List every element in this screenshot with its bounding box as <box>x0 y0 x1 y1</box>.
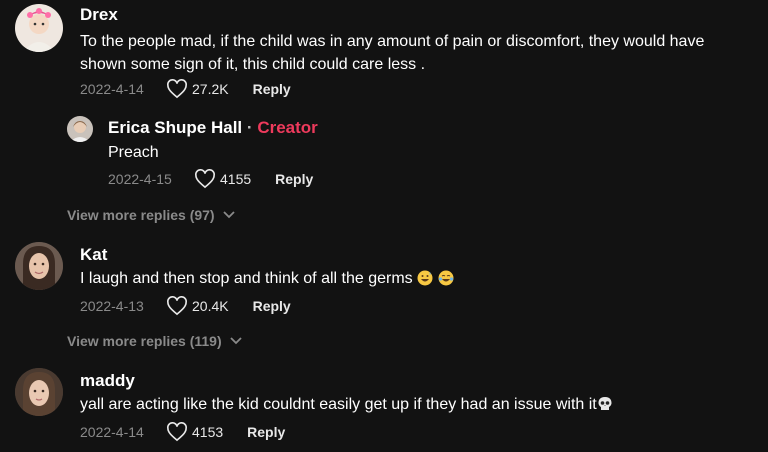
heart-outline-icon <box>167 296 187 316</box>
heart-outline-icon <box>167 422 187 442</box>
comment-text: I laugh and then stop and think of all t… <box>80 267 740 293</box>
comment-text: To the people mad, if the child was in a… <box>80 33 705 73</box>
like-button[interactable]: 4153 <box>166 422 223 442</box>
chevron-down-icon <box>229 337 242 345</box>
skull-emoji <box>597 396 613 419</box>
like-count: 27.2K <box>192 81 229 97</box>
heart-outline-icon <box>167 79 187 99</box>
comment-meta: 2022-4-14 4153 Reply <box>80 422 285 442</box>
like-count: 20.4K <box>192 298 229 314</box>
tears-of-joy-emoji <box>438 270 454 293</box>
comment-text: yall are acting like the kid couldnt eas… <box>80 393 740 419</box>
like-button[interactable]: 20.4K <box>166 296 229 316</box>
reply-date: 2022-4-15 <box>108 171 172 187</box>
view-more-replies-button[interactable]: View more replies (97) <box>67 207 235 223</box>
reply-username-text[interactable]: Erica Shupe Hall <box>108 118 242 137</box>
separator-dot: · <box>246 118 253 137</box>
comment-meta: 2022-4-13 20.4K Reply <box>80 296 291 316</box>
grinning-sweat-emoji <box>417 270 433 293</box>
comment-kat: Kat I laugh and then stop and think of a… <box>0 240 768 320</box>
comment-date: 2022-4-13 <box>80 298 144 314</box>
comment-date: 2022-4-14 <box>80 81 144 97</box>
heart-outline-icon <box>195 169 215 189</box>
comment-maddy: maddy yall are acting like the kid could… <box>0 366 768 452</box>
reply-button[interactable]: Reply <box>275 171 313 187</box>
reply-button[interactable]: Reply <box>253 81 291 97</box>
comment-drex: Drex To the people mad, if the child was… <box>0 0 768 100</box>
comment-username[interactable]: Kat <box>80 245 107 265</box>
comment-username[interactable]: Drex <box>80 5 118 25</box>
like-count: 4153 <box>192 424 224 440</box>
reply-text: Preach <box>108 144 159 161</box>
view-more-replies-button[interactable]: View more replies (119) <box>67 333 242 349</box>
view-more-label[interactable]: View more replies (119) <box>67 333 222 349</box>
comment-text-body: yall are acting like the kid couldnt eas… <box>80 396 597 413</box>
reply-username[interactable]: Erica Shupe Hall · Creator <box>108 118 318 138</box>
avatar[interactable] <box>15 368 63 416</box>
avatar[interactable] <box>15 242 63 290</box>
reply-erica: Erica Shupe Hall · Creator Preach 2022-4… <box>0 110 768 200</box>
avatar[interactable] <box>15 4 63 52</box>
reply-button[interactable]: Reply <box>247 424 285 440</box>
comment-username[interactable]: maddy <box>80 371 135 391</box>
reply-button[interactable]: Reply <box>253 298 291 314</box>
like-count: 4155 <box>220 171 252 187</box>
comment-meta: 2022-4-14 27.2K Reply <box>80 79 291 99</box>
chevron-down-icon <box>222 211 235 219</box>
reply-meta: 2022-4-15 4155 Reply <box>108 169 313 189</box>
avatar[interactable] <box>67 116 93 142</box>
like-button[interactable]: 4155 <box>194 169 251 189</box>
comment-date: 2022-4-14 <box>80 424 144 440</box>
like-button[interactable]: 27.2K <box>166 79 229 99</box>
creator-badge: Creator <box>257 118 318 137</box>
comment-text-body: I laugh and then stop and think of all t… <box>80 270 413 287</box>
view-more-label[interactable]: View more replies (97) <box>67 207 215 223</box>
